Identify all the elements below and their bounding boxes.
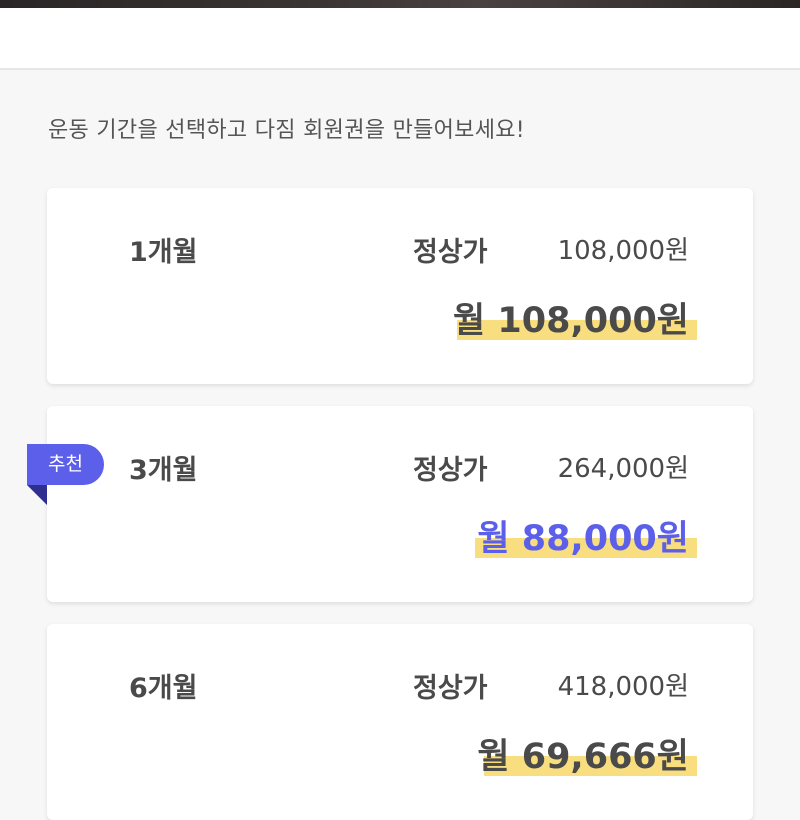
- plan-card-1-month[interactable]: 1개월 정상가 108,000원 월 108,000원: [47, 188, 753, 384]
- regular-price: 108,000원: [557, 236, 689, 266]
- regular-price-label: 정상가: [413, 237, 488, 268]
- plan-card-3-months[interactable]: 3개월 정상가 264,000원 월 88,000원: [47, 406, 753, 602]
- plan-card-6-months[interactable]: 6개월 정상가 418,000원 월 69,666원: [47, 624, 753, 820]
- plan-duration: 6개월: [129, 673, 198, 704]
- regular-price: 418,000원: [557, 672, 689, 702]
- hero-image-strip: [0, 0, 800, 8]
- regular-price-label: 정상가: [413, 455, 488, 486]
- monthly-price: 월 88,000원: [477, 519, 689, 559]
- monthly-price: 월 108,000원: [453, 301, 689, 341]
- recommended-badge: 추천: [27, 444, 104, 485]
- badge-ribbon-fold: [27, 485, 47, 505]
- header-bar: [0, 8, 800, 70]
- monthly-price: 월 69,666원: [477, 737, 689, 777]
- intro-text: 운동 기간을 선택하고 다짐 회원권을 만들어보세요!: [48, 118, 525, 143]
- regular-price: 264,000원: [557, 454, 689, 484]
- regular-price-label: 정상가: [413, 673, 488, 704]
- plan-duration: 1개월: [129, 237, 198, 268]
- plan-duration: 3개월: [129, 455, 198, 486]
